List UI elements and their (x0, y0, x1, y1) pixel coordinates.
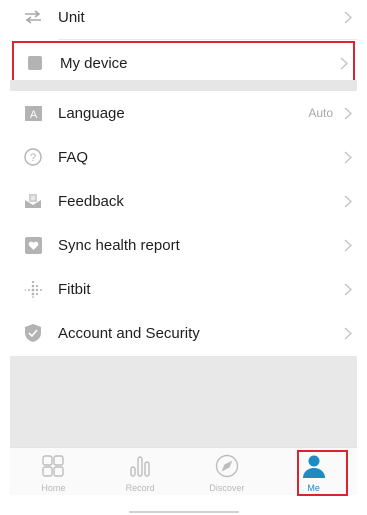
chevron-right-icon (341, 10, 355, 24)
settings-label: Language (58, 104, 125, 122)
tab-home[interactable]: Home (10, 448, 97, 495)
settings-row-fitbit[interactable]: Fitbit (10, 267, 357, 311)
swap-arrows-icon (24, 8, 42, 26)
bars-icon (127, 453, 153, 479)
language-value: Auto (308, 106, 333, 120)
tab-label: Home (41, 482, 66, 493)
settings-label: Account and Security (58, 324, 200, 342)
settings-label: FAQ (58, 148, 89, 166)
settings-row-unit[interactable]: Unit (10, 0, 357, 39)
tab-label: Record (125, 482, 155, 493)
tab-record[interactable]: Record (97, 448, 184, 495)
tab-me-highlight (297, 450, 348, 496)
feedback-icon (24, 192, 42, 210)
fitbit-icon (24, 280, 42, 298)
tab-label: Discover (209, 482, 245, 493)
settings-label: Feedback (58, 192, 124, 210)
settings-row-my-device[interactable]: My device (12, 41, 355, 85)
svg-text:?: ? (30, 152, 36, 164)
compass-icon (214, 453, 240, 479)
chevron-right-icon (341, 282, 355, 296)
settings-label: Fitbit (58, 280, 91, 298)
grid-icon (40, 453, 66, 479)
chevron-right-icon (341, 106, 355, 120)
section-gap (10, 80, 357, 91)
empty-area (10, 356, 357, 447)
settings-row-account-security[interactable]: Account and Security (10, 311, 357, 355)
language-icon: A (24, 104, 42, 122)
svg-text:A: A (29, 109, 37, 121)
settings-label: Sync health report (58, 236, 180, 254)
settings-label: Unit (58, 8, 85, 26)
home-indicator (129, 511, 239, 513)
settings-row-language[interactable]: A Language Auto (10, 91, 357, 135)
question-icon: ? (24, 148, 42, 166)
chevron-right-icon (341, 326, 355, 340)
settings-row-sync-health-report[interactable]: Sync health report (10, 223, 357, 267)
chevron-right-icon (341, 238, 355, 252)
settings-label: My device (60, 54, 128, 72)
chevron-right-icon (341, 194, 355, 208)
settings-row-feedback[interactable]: Feedback (10, 179, 357, 223)
heart-icon (24, 236, 42, 254)
device-icon (26, 54, 44, 72)
shield-icon (24, 324, 42, 342)
settings-row-faq[interactable]: ? FAQ (10, 135, 357, 179)
tab-discover[interactable]: Discover (184, 448, 271, 495)
chevron-right-icon (337, 56, 351, 70)
chevron-right-icon (341, 150, 355, 164)
